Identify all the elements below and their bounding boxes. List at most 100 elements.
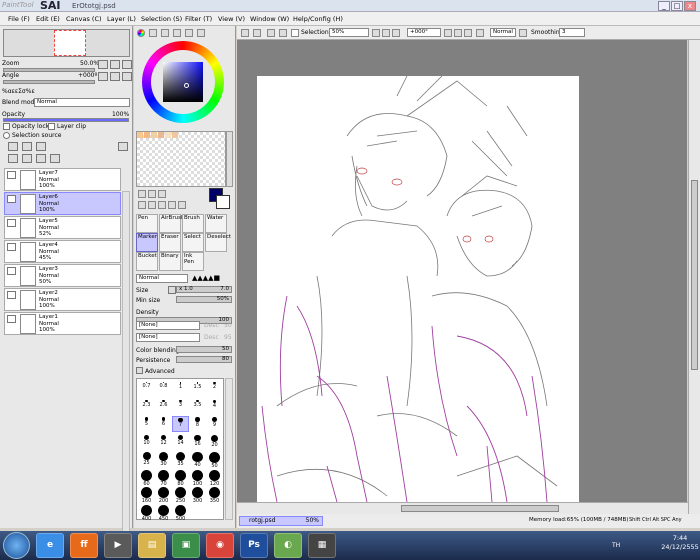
menu-window[interactable]: Window (W) [250, 15, 289, 23]
taskbar-app-icon[interactable]: ◉ [206, 533, 234, 558]
zoom-out-button[interactable] [98, 60, 108, 69]
color-swatch[interactable] [165, 132, 171, 138]
brush-size-cell[interactable]: 20 [206, 434, 223, 450]
swatch-scrollbar[interactable] [226, 131, 233, 187]
rotate-cw-icon[interactable] [454, 29, 462, 37]
brush-size-cell[interactable]: 3.5 [189, 399, 206, 415]
language-indicator[interactable]: TH [612, 542, 620, 549]
tool-bucket[interactable]: Bucket [136, 252, 158, 271]
brush-size-cell[interactable]: 3 [172, 399, 189, 415]
brush-size-cell[interactable]: 200 [155, 486, 172, 504]
rgb-slider-toggle-icon[interactable] [149, 29, 157, 37]
color-swatch[interactable] [158, 132, 164, 138]
maximize-button[interactable]: □ [671, 1, 683, 11]
layer-row[interactable]: Layer3 Normal 50% [4, 264, 121, 287]
close-button[interactable]: x [684, 1, 696, 11]
view-mode-select[interactable]: Normal [490, 28, 516, 37]
brush-size-cell[interactable]: 100 [189, 469, 206, 487]
zoom-select[interactable]: 50% [329, 28, 369, 37]
brush-size-cell[interactable]: 40 [189, 451, 206, 468]
taskbar-app-icon[interactable]: ▦ [308, 533, 336, 558]
move-icon[interactable] [138, 201, 146, 209]
invert-selection-icon[interactable] [279, 29, 287, 37]
visibility-eye-icon[interactable] [7, 219, 16, 227]
drawing-canvas[interactable] [257, 75, 579, 503]
visibility-eye-icon[interactable] [7, 315, 16, 323]
rotate-ccw-icon[interactable] [444, 29, 452, 37]
brush-size-cell[interactable]: 70 [155, 469, 172, 487]
brush-size-cell[interactable]: 14 [172, 434, 189, 450]
brush-size-cell[interactable]: 16 [189, 434, 206, 450]
brush-size-cell[interactable]: 0.8 [155, 381, 172, 397]
scratchpad-toggle-icon[interactable] [197, 29, 205, 37]
color-swatch[interactable] [137, 132, 143, 138]
brush-size-cell[interactable]: 2 [206, 381, 223, 397]
new-folder-icon[interactable] [36, 142, 46, 151]
brush-size-cell[interactable]: 2.3 [138, 399, 155, 415]
brush-size-cell[interactable]: 300 [189, 486, 206, 504]
brush-size-cell[interactable]: 500 [172, 504, 189, 522]
redo-icon[interactable] [253, 29, 261, 37]
brush-size-cell[interactable]: 160 [138, 486, 155, 504]
rect-select-icon[interactable] [138, 190, 146, 198]
document-tab[interactable]: rotgj.psd 50% [239, 516, 323, 526]
color-blending-slider[interactable]: 50 [176, 346, 232, 353]
brush-shape-select[interactable]: [None] [136, 333, 200, 342]
taskbar-app-icon[interactable]: Ps [240, 533, 268, 558]
layer-clip-checkbox[interactable] [48, 123, 55, 130]
magic-wand-icon[interactable] [158, 190, 166, 198]
color-swatch-palette[interactable] [136, 131, 226, 187]
taskbar-app-icon[interactable]: ▶ [104, 533, 132, 558]
new-linework-layer-icon[interactable] [22, 142, 32, 151]
flip-icon[interactable] [476, 29, 484, 37]
taskbar-app-icon[interactable]: ff [70, 533, 98, 558]
rotate-left-button[interactable] [98, 72, 108, 81]
swatch-toggle-icon[interactable] [185, 29, 193, 37]
tool-deselect[interactable]: Deselect [205, 233, 231, 252]
deselect-icon[interactable] [267, 29, 275, 37]
navigator-preview[interactable] [3, 29, 130, 57]
visibility-eye-icon[interactable] [7, 171, 16, 179]
zoom-in-icon[interactable] [382, 29, 390, 37]
tool-pen[interactable]: Pen [136, 214, 158, 233]
brush-size-cell[interactable]: 6 [155, 416, 172, 432]
zoom-out-icon[interactable] [372, 29, 380, 37]
persistence-slider[interactable]: 80 [176, 356, 232, 363]
size-multiplier-button[interactable] [168, 286, 176, 294]
brush-size-cell[interactable]: 80 [172, 469, 189, 487]
start-button[interactable] [3, 532, 30, 559]
brush-size-cell[interactable]: 7 [172, 416, 189, 432]
visibility-eye-icon[interactable] [7, 195, 16, 203]
zoom-icon[interactable] [148, 201, 156, 209]
color-swatch[interactable] [172, 132, 178, 138]
brush-size-cell[interactable]: 50 [206, 451, 223, 469]
menu-canvas[interactable]: Canvas (C) [66, 15, 102, 23]
intermediate-color-toggle-icon[interactable] [173, 29, 181, 37]
tool-marker[interactable]: Marker [136, 233, 158, 252]
hand-icon[interactable] [168, 201, 176, 209]
menu-edit[interactable]: Edit (E) [36, 15, 60, 23]
navigator-viewport[interactable] [54, 30, 86, 56]
zoom-reset-button[interactable] [122, 60, 132, 69]
brush-size-cell[interactable]: 400 [138, 504, 155, 522]
brush-size-cell[interactable]: 1 [172, 381, 189, 397]
rotate-reset-icon[interactable] [464, 29, 472, 37]
color-wheel-toggle-icon[interactable] [137, 29, 145, 37]
visibility-eye-icon[interactable] [7, 291, 16, 299]
menu-filter[interactable]: Filter (T) [185, 15, 212, 23]
clear-layer-icon[interactable] [36, 154, 46, 163]
layer-scrollbar[interactable] [122, 191, 130, 546]
size-slider[interactable]: x 1.0 7.0 [176, 286, 232, 293]
brush-size-cell[interactable]: 35 [172, 451, 189, 467]
color-swatch[interactable] [151, 132, 157, 138]
minimize-button[interactable]: _ [658, 1, 670, 11]
layer-row[interactable]: Layer5 Normal 52% [4, 216, 121, 239]
tool-eraser[interactable]: Eraser [159, 233, 181, 252]
menu-layer[interactable]: Layer (L) [107, 15, 136, 23]
brush-shape-selector[interactable]: ▲▲▲▲■ [192, 274, 232, 283]
brush-size-cell[interactable]: 30 [155, 451, 172, 467]
clock[interactable]: 7:44 24/12/2555 [660, 534, 700, 552]
brush-size-cell[interactable]: 250 [172, 486, 189, 504]
merge-down-icon[interactable] [22, 154, 32, 163]
brush-size-cell[interactable]: 25 [138, 451, 155, 467]
